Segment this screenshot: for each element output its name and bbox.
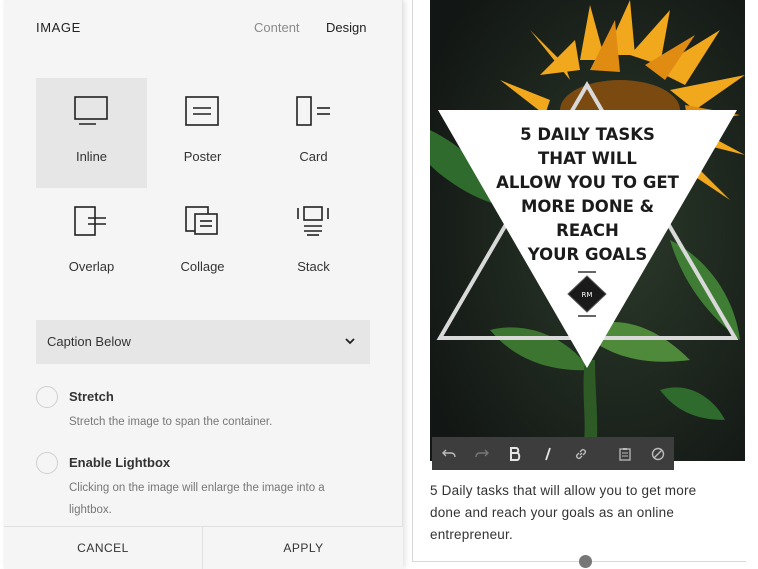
layout-option-card[interactable]: Card [258,78,369,188]
lightbox-option: Enable Lightbox Clicking on the image wi… [36,452,376,522]
stretch-description: Stretch the image to span the container. [69,416,273,428]
bold-icon [509,446,520,461]
layout-option-collage[interactable]: Collage [147,188,258,298]
layout-label: Inline [75,149,108,164]
poster-line: REACH [556,221,619,240]
layout-label: Stack [297,259,330,274]
layout-option-inline[interactable]: Inline [36,78,147,188]
poster-line: MORE DONE & [520,197,655,216]
layout-option-poster[interactable]: Poster [147,78,258,188]
poster-image[interactable]: RM 5 DAILY TASKS THAT WILL ALLOW YOU TO … [430,0,745,461]
italic-button[interactable] [531,437,564,470]
italic-icon [544,447,551,460]
stretch-option: Stretch Stretch the image to span the co… [36,386,376,436]
clear-format-button[interactable] [641,437,674,470]
chevron-down-icon [345,338,355,345]
layout-label: Card [299,149,328,164]
overlap-layout-icon [74,206,106,236]
layout-option-stack[interactable]: Stack [258,188,369,298]
layout-label: Poster [183,149,222,164]
layout-option-overlap[interactable]: Overlap [36,188,147,298]
redo-icon [474,449,489,457]
panel-title: IMAGE [36,20,81,35]
layout-label: Collage [180,259,225,274]
tab-design[interactable]: Design [326,20,366,35]
stack-layout-icon [297,206,329,236]
poster-line: YOUR GOALS [527,245,648,264]
lightbox-description: Clicking on the image will enlarge the i… [69,482,325,516]
poster-layout-icon [185,96,219,126]
panel-header: IMAGE Content Design [4,0,403,56]
bold-button[interactable] [498,437,531,470]
canvas-border [412,0,413,562]
stretch-radio[interactable] [36,386,58,408]
poster-headline: 5 DAILY TASKS THAT WILL ALLOW YOU TO GET… [430,123,745,267]
poster-line: THAT WILL [538,149,637,168]
caption-position-value: Caption Below [47,334,131,349]
apply-button[interactable]: APPLY [204,527,403,569]
cancel-button[interactable]: CANCEL [4,527,203,569]
paste-button[interactable] [608,437,641,470]
poster-line: 5 DAILY TASKS [520,125,655,144]
layout-grid: Inline Poster Card Overlap Collage Stack [36,78,370,298]
layout-label: Overlap [68,259,115,274]
panel-footer: CANCEL APPLY [4,526,403,569]
undo-button[interactable] [432,437,465,470]
tab-content[interactable]: Content [254,20,300,35]
image-settings-panel: IMAGE Content Design Inline Poster Card … [4,0,403,569]
image-caption[interactable]: 5 Daily tasks that will allow you to get… [430,480,730,546]
link-icon [575,448,586,459]
poster-line: ALLOW YOU TO GET [496,173,679,192]
redo-button[interactable] [465,437,498,470]
collage-layout-icon [185,206,218,235]
undo-icon [441,449,456,457]
resize-handle[interactable] [579,555,592,568]
text-format-toolbar [432,437,674,470]
svg-text:RM: RM [582,291,593,299]
card-layout-icon [296,96,330,126]
clear-format-icon [651,447,664,460]
link-button[interactable] [564,437,597,470]
caption-position-select[interactable]: Caption Below [36,320,370,364]
lightbox-label: Enable Lightbox [69,455,171,470]
lightbox-radio[interactable] [36,452,58,474]
inline-layout-icon [74,96,108,125]
stretch-label: Stretch [69,389,114,404]
paste-icon [618,447,631,461]
